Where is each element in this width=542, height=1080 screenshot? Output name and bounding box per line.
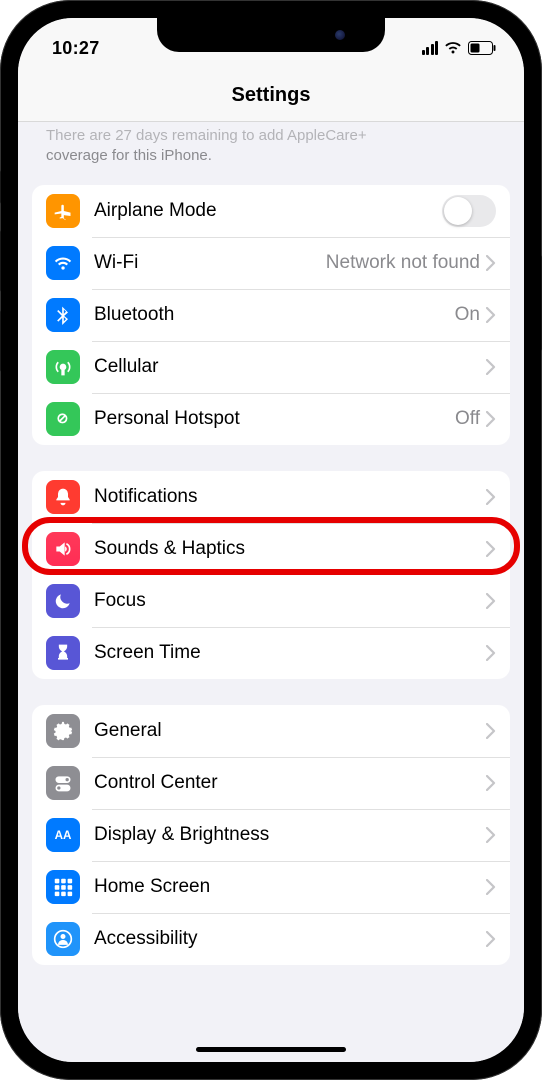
status-time: 10:27 (52, 38, 100, 59)
row-label: Personal Hotspot (94, 408, 455, 430)
chevron-right-icon (486, 931, 496, 947)
speaker-icon (46, 532, 80, 566)
row-accessibility[interactable]: Accessibility (32, 913, 510, 965)
row-value: Off (455, 408, 480, 430)
chevron-right-icon (486, 723, 496, 739)
switches-icon (46, 766, 80, 800)
page-title: Settings (18, 84, 524, 107)
chevron-right-icon (486, 827, 496, 843)
front-camera-icon (335, 30, 345, 40)
content-scroll[interactable]: There are 27 days remaining to add Apple… (18, 122, 524, 1062)
airplane-icon (46, 194, 80, 228)
cellular-signal-icon (422, 41, 439, 55)
row-value: On (455, 304, 480, 326)
group-connectivity: Airplane Mode Wi-Fi Network not found Bl… (32, 185, 510, 445)
row-general[interactable]: General (32, 705, 510, 757)
row-label: Notifications (94, 486, 486, 508)
row-label: Accessibility (94, 928, 486, 950)
row-airplane-mode[interactable]: Airplane Mode (32, 185, 510, 237)
row-bluetooth[interactable]: Bluetooth On (32, 289, 510, 341)
chevron-right-icon (486, 489, 496, 505)
screen: 10:27 Settings There are 27 days remaini… (18, 18, 524, 1062)
chevron-right-icon (486, 359, 496, 375)
grid-icon (46, 870, 80, 904)
bluetooth-icon (46, 298, 80, 332)
moon-icon (46, 584, 80, 618)
hourglass-icon (46, 636, 80, 670)
notch (157, 18, 385, 52)
wifi-status-icon (444, 41, 462, 55)
row-label: Screen Time (94, 642, 486, 664)
volume-down-button (0, 310, 1, 372)
banner-line1: There are 27 days remaining to add Apple… (46, 127, 367, 144)
aa-icon (46, 818, 80, 852)
row-label: Display & Brightness (94, 824, 486, 846)
home-indicator[interactable] (196, 1047, 346, 1052)
device-frame: 10:27 Settings There are 27 days remaini… (0, 0, 542, 1080)
row-focus[interactable]: Focus (32, 575, 510, 627)
chevron-right-icon (486, 307, 496, 323)
row-label: General (94, 720, 486, 742)
row-label: Wi-Fi (94, 252, 326, 274)
row-cellular[interactable]: Cellular (32, 341, 510, 393)
row-display-brightness[interactable]: Display & Brightness (32, 809, 510, 861)
wifi-icon (46, 246, 80, 280)
row-label: Bluetooth (94, 304, 455, 326)
row-sounds-haptics[interactable]: Sounds & Haptics (32, 523, 510, 575)
chevron-right-icon (486, 541, 496, 557)
chevron-right-icon (486, 255, 496, 271)
gear-icon (46, 714, 80, 748)
group-notifications: Notifications Sounds & Haptics Focus S (32, 471, 510, 679)
hotspot-icon (46, 402, 80, 436)
applecare-banner: There are 27 days remaining to add Apple… (18, 122, 524, 177)
volume-up-button (0, 230, 1, 292)
row-label: Airplane Mode (94, 200, 442, 222)
row-label: Focus (94, 590, 486, 612)
accessibility-icon (46, 922, 80, 956)
nav-header: Settings (18, 68, 524, 122)
row-label: Cellular (94, 356, 486, 378)
battery-icon (468, 41, 496, 55)
row-personal-hotspot[interactable]: Personal Hotspot Off (32, 393, 510, 445)
chevron-right-icon (486, 645, 496, 661)
row-label: Control Center (94, 772, 486, 794)
chevron-right-icon (486, 593, 496, 609)
mute-switch (0, 170, 1, 204)
chevron-right-icon (486, 775, 496, 791)
chevron-right-icon (486, 411, 496, 427)
row-label: Sounds & Haptics (94, 538, 486, 560)
bell-icon (46, 480, 80, 514)
status-icons (422, 41, 497, 55)
row-label: Home Screen (94, 876, 486, 898)
row-control-center[interactable]: Control Center (32, 757, 510, 809)
group-general: General Control Center Display & Brightn… (32, 705, 510, 965)
row-home-screen[interactable]: Home Screen (32, 861, 510, 913)
row-wifi[interactable]: Wi-Fi Network not found (32, 237, 510, 289)
cellular-icon (46, 350, 80, 384)
row-value: Network not found (326, 252, 480, 274)
chevron-right-icon (486, 879, 496, 895)
row-notifications[interactable]: Notifications (32, 471, 510, 523)
row-screen-time[interactable]: Screen Time (32, 627, 510, 679)
airplane-toggle[interactable] (442, 195, 496, 227)
banner-line2: coverage for this iPhone. (46, 147, 212, 164)
